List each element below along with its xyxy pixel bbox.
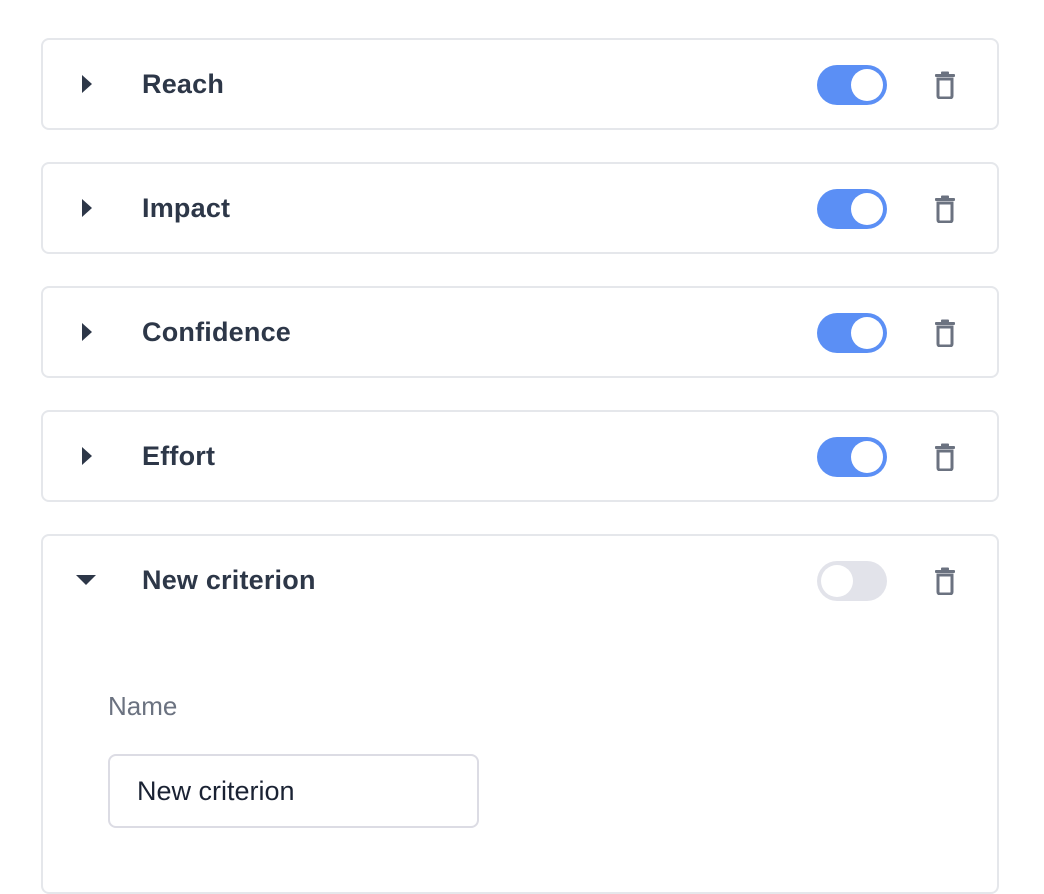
criterion-card-reach: Reach [41,38,999,130]
criterion-title: Effort [142,440,216,471]
trash-icon[interactable] [933,442,957,472]
caret-right-icon[interactable] [80,322,94,342]
caret-right-icon[interactable] [80,74,94,94]
enable-toggle[interactable] [817,189,887,229]
enable-toggle[interactable] [817,437,887,477]
enable-toggle[interactable] [817,65,887,105]
criterion-card-confidence: Confidence [41,286,999,378]
enable-toggle[interactable] [817,313,887,353]
criterion-card-effort: Effort [41,410,999,502]
criterion-title: Confidence [142,316,292,347]
criterion-title: New criterion [142,564,316,595]
name-input[interactable] [108,754,479,828]
name-field-label: Name [108,691,178,721]
toggle-knob [821,565,853,597]
trash-icon[interactable] [933,194,957,224]
criterion-card-new: New criterion Name [41,534,999,894]
criterion-card-impact: Impact [41,162,999,254]
caret-right-icon[interactable] [80,198,94,218]
criterion-title: Reach [142,68,225,99]
criterion-header[interactable]: Effort [43,412,997,500]
criterion-header[interactable]: Confidence [43,288,997,376]
toggle-knob [851,441,883,473]
toggle-knob [851,69,883,101]
trash-icon[interactable] [933,318,957,348]
caret-down-icon[interactable] [75,570,97,590]
trash-icon[interactable] [933,566,957,596]
criterion-header[interactable]: Impact [43,164,997,252]
trash-icon[interactable] [933,70,957,100]
criterion-header[interactable]: New criterion [43,536,997,624]
criterion-title: Impact [142,192,231,223]
caret-right-icon[interactable] [80,446,94,466]
toggle-knob [851,317,883,349]
criterion-header[interactable]: Reach [43,40,997,128]
toggle-knob [851,193,883,225]
enable-toggle[interactable] [817,561,887,601]
